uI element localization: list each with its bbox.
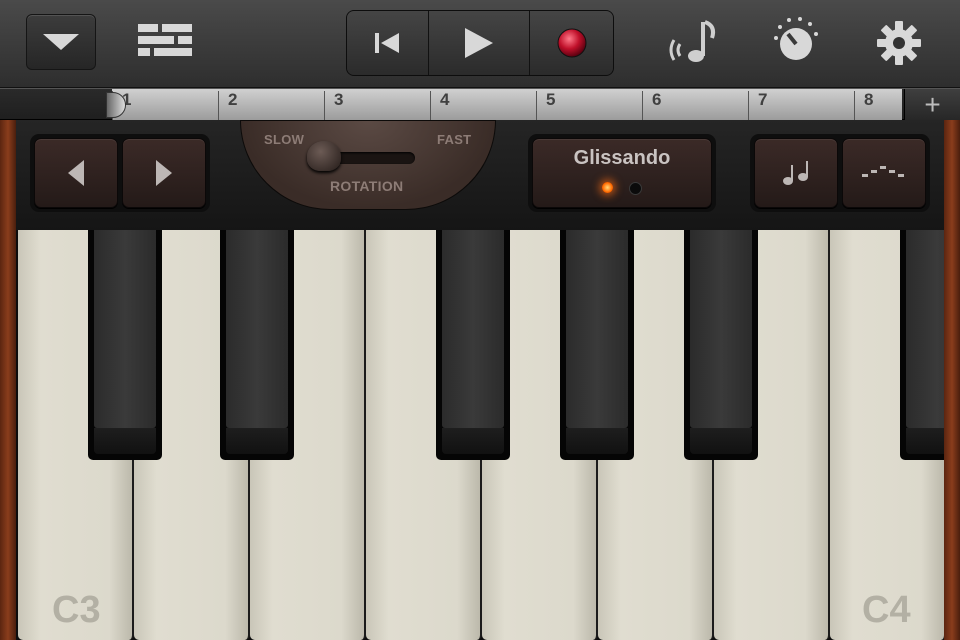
settings-button[interactable]	[874, 18, 924, 68]
smart-instrument-icon	[669, 20, 716, 62]
bar-number: 6	[652, 90, 662, 109]
play-icon	[465, 28, 494, 58]
bar-number: 8	[864, 90, 874, 109]
bar-number: 4	[440, 90, 450, 109]
rewind-button[interactable]	[347, 11, 429, 75]
chevron-down-icon	[43, 34, 79, 50]
record-icon	[557, 28, 587, 58]
black-key-c-sharp3[interactable]	[88, 230, 162, 460]
bar-tick	[430, 91, 431, 121]
key-label-c3: C3	[52, 589, 101, 631]
record-button[interactable]	[530, 11, 613, 75]
arpeggio-icon	[862, 166, 904, 177]
key-label-c4: C4	[862, 589, 911, 631]
arrow-left-icon	[68, 160, 84, 186]
play-button[interactable]	[428, 11, 531, 75]
add-section-button[interactable]: +	[904, 89, 960, 121]
glissando-label: Glissando	[573, 147, 671, 169]
master-effects-icon	[774, 17, 818, 60]
left-wood-side	[0, 120, 16, 640]
fast-label: FAST	[437, 132, 472, 147]
black-key-g-sharp3[interactable]	[560, 230, 634, 460]
bar-tick	[642, 91, 643, 121]
bar-tick	[218, 91, 219, 121]
notes-mode-button[interactable]	[754, 138, 838, 208]
slow-label: SLOW	[264, 132, 305, 147]
black-key-a-sharp3[interactable]	[684, 230, 758, 460]
black-key-f-sharp3[interactable]	[436, 230, 510, 460]
master-effects-button[interactable]	[770, 14, 822, 70]
bar-tick	[854, 91, 855, 121]
bar-number: 7	[758, 90, 768, 109]
tracks-view-button[interactable]	[132, 18, 198, 68]
black-key-c-sharp4[interactable]	[900, 230, 944, 460]
tracks-view-icon	[138, 24, 192, 56]
bar-tick	[324, 91, 325, 121]
rotation-label: ROTATION	[330, 178, 404, 194]
piano-keyboard: C3 C4	[16, 230, 944, 640]
black-key-d-sharp3[interactable]	[220, 230, 294, 460]
bar-number: 3	[334, 90, 344, 109]
transport-controls	[346, 10, 614, 76]
glissando-button[interactable]: Glissando	[532, 138, 712, 208]
bar-number: 5	[546, 90, 556, 109]
smart-instrument-button[interactable]	[664, 14, 720, 70]
notes-icon	[783, 161, 808, 185]
gear-icon	[877, 21, 921, 65]
octave-up-button[interactable]	[122, 138, 206, 208]
ruler-track[interactable]: 1 2 3 4 5 6 7 8	[112, 89, 902, 121]
timeline-ruler[interactable]: 1 2 3 4 5 6 7 8 +	[0, 88, 960, 121]
rewind-icon	[375, 33, 400, 53]
right-wood-side	[944, 120, 960, 640]
bar-tick	[748, 91, 749, 121]
arrow-right-icon	[156, 160, 172, 186]
rotation-slider-knob[interactable]	[307, 141, 341, 171]
glissando-led-off	[629, 182, 642, 195]
bar-number: 2	[228, 90, 238, 109]
menu-dropdown-button[interactable]	[26, 14, 96, 70]
top-toolbar	[0, 0, 960, 88]
octave-down-button[interactable]	[34, 138, 118, 208]
arpeggiator-button[interactable]	[842, 138, 926, 208]
bar-tick	[536, 91, 537, 121]
glissando-led-on	[602, 182, 613, 193]
